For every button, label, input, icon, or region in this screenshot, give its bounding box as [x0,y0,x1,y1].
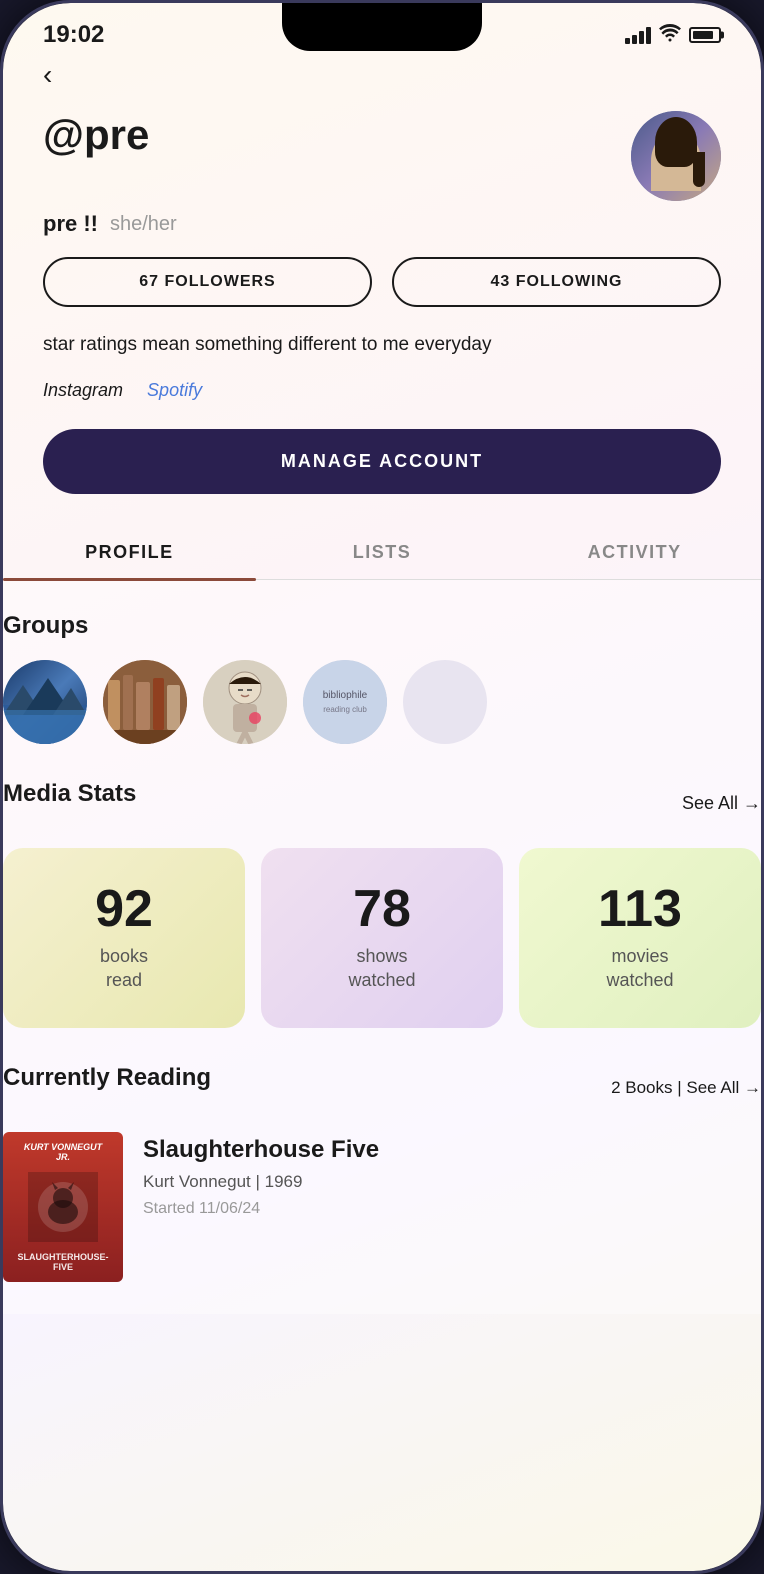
currently-reading-title: Currently Reading [3,1064,211,1092]
display-name-row: pre !! she/her [43,211,721,237]
shows-count: 78 [353,883,411,935]
back-chevron-icon: ‹ [43,59,52,91]
spotify-link[interactable]: Spotify [147,380,202,401]
book-title: Slaughterhouse Five [143,1136,761,1165]
stats-grid: 92 booksread 78 showswatched 113 moviesw… [3,848,761,1028]
group-item-4[interactable]: bibliophile reading club [303,660,387,744]
phone-frame: 19:02 [0,0,764,1574]
books-count: 92 [95,883,153,935]
main-content: ‹ @pre pre !! she/her 67 FOLLOWERS 43 FO… [3,59,761,526]
groups-row: bibliophile reading club [3,660,761,744]
book-author-year: Kurt Vonnegut | 1969 [143,1172,761,1192]
reading-see-all[interactable]: 2 Books | See All → [611,1078,761,1098]
following-button[interactable]: 43 FOLLOWING [392,257,721,307]
movies-label: movieswatched [606,945,673,992]
bio: star ratings mean something different to… [43,331,721,360]
group-item-2[interactable] [103,660,187,744]
svg-text:reading club: reading club [323,705,367,714]
book-info: Slaughterhouse Five Kurt Vonnegut | 1969… [143,1132,761,1219]
signal-icon [625,27,651,44]
profile-header: @pre [43,111,721,201]
status-time: 19:02 [43,21,104,49]
battery-icon [689,27,721,43]
media-stats-title: Media Stats [3,780,136,808]
wifi-icon [659,24,681,47]
tab-activity[interactable]: ACTIVITY [508,526,761,579]
books-label: booksread [100,945,148,992]
movies-count: 113 [598,883,682,935]
book-cover-art [28,1172,98,1242]
manage-account-button[interactable]: MANAGE ACCOUNT [43,429,721,494]
back-button[interactable]: ‹ [43,59,721,91]
book-item: KURT VONNEGUTJR. SLAUGHTERHOUSE-FIVE [3,1132,761,1282]
media-stats-header: Media Stats See All → [3,780,761,828]
phone-screen: 19:02 [3,3,761,1571]
profile-tabs: PROFILE LISTS ACTIVITY [3,526,761,580]
follow-row: 67 FOLLOWERS 43 FOLLOWING [43,257,721,307]
shows-stat-card: 78 showswatched [261,848,503,1028]
pronouns: she/her [110,213,177,236]
book-cover: KURT VONNEGUTJR. SLAUGHTERHOUSE-FIVE [3,1132,123,1282]
group-item-1[interactable] [3,660,87,744]
movies-stat-card: 113 movieswatched [519,848,761,1028]
book-started: Started 11/06/24 [143,1200,761,1218]
svg-text:bibliophile: bibliophile [323,690,368,701]
notch [282,3,482,51]
tab-lists[interactable]: LISTS [256,526,509,579]
avatar [631,111,721,201]
media-stats-see-all[interactable]: See All → [682,793,761,814]
group-item-3[interactable] [203,660,287,744]
links-row: Instagram Spotify [43,380,721,401]
shows-label: showswatched [348,945,415,992]
groups-title: Groups [3,612,761,640]
status-icons [625,24,721,47]
books-stat-card: 92 booksread [3,848,245,1028]
avatar-image [631,111,721,201]
status-bar: 19:02 [3,3,761,59]
avatar-hair [655,117,697,167]
group-item-5[interactable] [403,660,487,744]
display-name: pre !! [43,211,98,237]
instagram-link[interactable]: Instagram [43,380,123,401]
tab-profile[interactable]: PROFILE [3,526,256,579]
followers-button[interactable]: 67 FOLLOWERS [43,257,372,307]
profile-section-content: Groups [3,580,761,1314]
username: @pre [43,111,149,159]
currently-reading-header: Currently Reading 2 Books | See All → [3,1064,761,1112]
